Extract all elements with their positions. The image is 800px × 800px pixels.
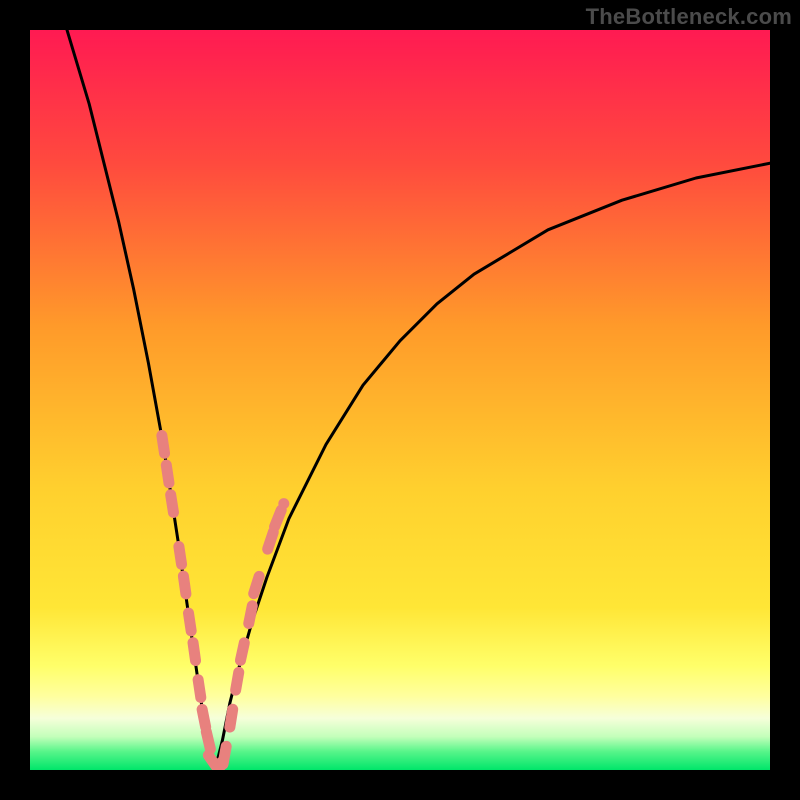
- curve-marker: [240, 643, 244, 661]
- plot-area: [30, 30, 770, 770]
- curve-marker: [275, 510, 282, 527]
- curve-marker: [162, 436, 165, 454]
- watermark-text: TheBottleneck.com: [586, 4, 792, 30]
- chart-svg: [30, 30, 770, 770]
- outer-frame: TheBottleneck.com: [0, 0, 800, 800]
- curve-marker: [223, 746, 226, 764]
- curve-marker: [189, 613, 192, 631]
- curve-marker: [183, 576, 186, 594]
- curve-marker: [202, 709, 206, 727]
- curve-marker: [236, 672, 239, 690]
- curve-marker: [198, 680, 201, 698]
- curve-marker: [254, 576, 259, 593]
- curve-marker: [193, 643, 196, 661]
- curve-marker: [166, 465, 169, 483]
- curve-marker: [268, 532, 274, 549]
- curve-marker: [171, 495, 174, 513]
- gradient-background: [30, 30, 770, 770]
- curve-marker: [230, 709, 233, 727]
- curve-marker: [249, 606, 253, 624]
- curve-marker: [179, 547, 182, 565]
- curve-marker: [206, 732, 210, 750]
